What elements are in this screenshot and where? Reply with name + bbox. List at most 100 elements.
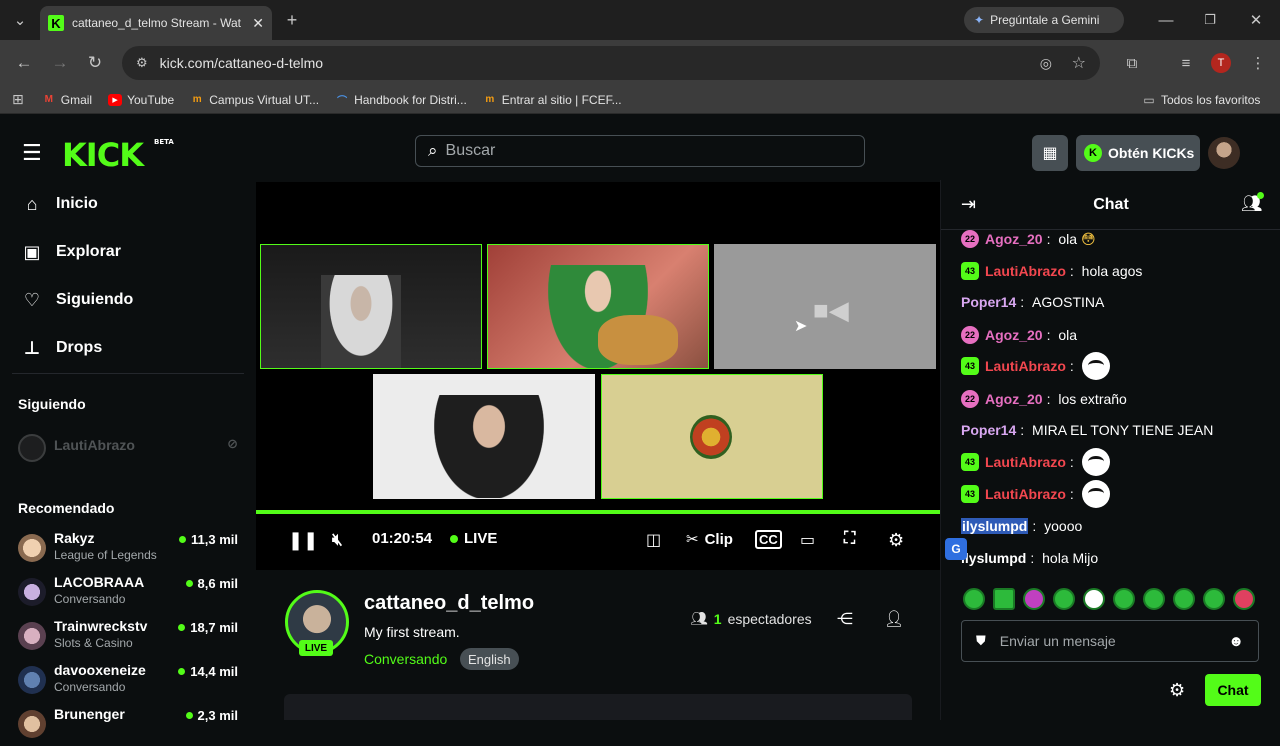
bookmark-fcef[interactable]: m Entrar al sitio | FCEF... <box>483 93 621 107</box>
sidebar-divider <box>12 373 244 374</box>
kick-logo[interactable]: KICK BETA <box>62 136 174 174</box>
live-dot-icon <box>185 580 193 587</box>
emote-icon[interactable] <box>1113 588 1135 610</box>
mascot-avatar <box>690 415 732 459</box>
search-input[interactable]: ⌕ Buscar <box>415 135 865 167</box>
emote-icon[interactable] <box>1143 588 1165 610</box>
minimize-icon[interactable]: — <box>1156 10 1176 30</box>
emote-icon[interactable] <box>1203 588 1225 610</box>
stream-category[interactable]: Conversando <box>364 651 447 667</box>
emote-icon[interactable] <box>1083 588 1105 610</box>
reload-icon[interactable]: ↻ <box>85 53 105 73</box>
avatar <box>18 710 46 738</box>
share-button[interactable]: ⋲ <box>837 609 853 629</box>
nav-drops[interactable]: ⊥ Drops <box>22 338 102 358</box>
emote-icon[interactable] <box>1233 588 1255 610</box>
emote-icon <box>1081 352 1110 380</box>
browser-tab[interactable]: K cattaneo_d_telmo Stream - Wat ✕ <box>40 6 272 40</box>
clip-icon: ✂ <box>686 531 699 548</box>
media-controls-icon[interactable]: ≡ <box>1176 53 1196 73</box>
site-info-icon[interactable]: ⚙ <box>136 55 148 71</box>
emote-icon[interactable] <box>1053 588 1075 610</box>
tab-close-icon[interactable]: ✕ <box>252 15 264 32</box>
moodle-icon: m <box>192 94 202 105</box>
drops-icon: ⊥ <box>23 337 41 358</box>
pause-icon: ❚❚ <box>288 530 319 550</box>
new-tab-icon[interactable]: + <box>282 10 302 30</box>
profile-avatar[interactable]: T <box>1211 53 1231 73</box>
miniplayer-button[interactable]: ◫ <box>646 530 661 550</box>
nav-explore[interactable]: ▣ Explorar <box>22 242 120 262</box>
address-toolbar: ← → ↻ ⚙ kick.com/cattaneo-d-telmo ◎ ☆ ⧉ … <box>0 40 1280 86</box>
recommended-item[interactable]: Brunenger 2,3 mil <box>18 706 240 746</box>
bookmark-campus[interactable]: m Campus Virtual UT... <box>190 93 319 107</box>
all-bookmarks[interactable]: ▭ Todos los favoritos <box>1142 93 1260 107</box>
chat-message: 43 LautiAbrazo: <box>961 448 1110 476</box>
emoji-picker-icon[interactable]: ☻ <box>1228 633 1244 650</box>
language-tag[interactable]: English <box>460 648 519 670</box>
get-kicks-button[interactable]: K Obtén KICKs <box>1076 135 1200 171</box>
avatar <box>18 622 46 650</box>
content-panel <box>284 694 912 720</box>
emote-bar <box>963 588 1255 610</box>
bookmark-youtube[interactable]: ▶ YouTube <box>108 93 174 107</box>
close-window-icon[interactable]: ✕ <box>1246 10 1266 30</box>
tab-title: cattaneo_d_telmo Stream - Wat <box>72 16 241 30</box>
settings-button[interactable]: ⚙ <box>888 530 904 551</box>
recommended-heading: Recomendado <box>18 500 115 516</box>
url-bar[interactable]: ⚙ kick.com/cattaneo-d-telmo ◎ ☆ <box>122 46 1100 80</box>
channel-name[interactable]: cattaneo_d_telmo <box>364 592 534 615</box>
live-dot-icon <box>185 712 193 719</box>
tab-search-icon[interactable]: ⌄ <box>10 10 30 30</box>
chat-message-input[interactable]: ⛊ Enviar un mensaje ☻ <box>961 620 1259 662</box>
translate-icon[interactable]: G <box>945 538 967 560</box>
theater-mode-button[interactable]: ▭ <box>800 530 815 550</box>
emote-icon[interactable] <box>1173 588 1195 610</box>
recommended-item[interactable]: LACOBRAAA Conversando 8,6 mil <box>18 574 240 614</box>
layout-toggle-button[interactable]: ▦ <box>1032 135 1068 171</box>
recommended-item[interactable]: Rakyz League of Legends 11,3 mil <box>18 530 240 570</box>
gear-icon: ⚙ <box>888 530 905 550</box>
fullscreen-button[interactable]: ⛶ <box>844 530 855 548</box>
video-tile <box>260 244 482 369</box>
recommended-item[interactable]: Trainwreckstv Slots & Casino 18,7 mil <box>18 618 240 658</box>
extensions-icon[interactable]: ⧉ <box>1122 53 1142 73</box>
chat-header: ⇥ Chat 👥︎ <box>941 180 1280 230</box>
emote-icon <box>1081 448 1110 476</box>
chat-panel: ⇥ Chat 👥︎ 22 Agoz_20: ola 😳︎ 43 LautiAbrazo… <box>940 180 1280 720</box>
eye-off-icon[interactable]: ◎ <box>1040 55 1052 72</box>
browser-menu-icon[interactable]: ⋮ <box>1248 53 1268 73</box>
live-dot-icon <box>450 534 458 543</box>
gemini-sparkle-icon: ✦ <box>974 13 985 27</box>
video-player[interactable]: ■◀ ➤ <box>256 182 940 512</box>
emote-icon[interactable] <box>1023 588 1045 610</box>
hamburger-menu-icon[interactable]: ☰ <box>22 140 42 166</box>
gear-icon: ⚙ <box>1169 680 1186 700</box>
bookmark-gmail[interactable]: M Gmail <box>42 93 93 107</box>
chat-send-button[interactable]: Chat <box>1205 674 1261 706</box>
following-item[interactable]: LautiAbrazo ⊘ <box>18 430 240 470</box>
mute-button[interactable]: 🔇︎ <box>332 530 343 550</box>
layout-icon: ▦ <box>1042 145 1058 162</box>
captions-button[interactable]: CC <box>755 530 782 549</box>
clip-button[interactable]: ✂ Clip <box>686 530 733 549</box>
gemini-button[interactable]: ✦ Pregúntale a Gemini <box>964 7 1124 33</box>
browser-tabbar: ⌄ K cattaneo_d_telmo Stream - Wat ✕ + ✦ … <box>0 0 1280 40</box>
apps-grid-icon[interactable]: ⊞ <box>12 91 24 108</box>
chat-message: 22 Agoz_20: ola 😳︎ <box>961 230 1096 248</box>
bookmark-handbook[interactable]: ⌒ Handbook for Distri... <box>335 93 467 108</box>
stream-title: My first stream. <box>364 624 460 640</box>
recommended-item[interactable]: davooxeneize Conversando 14,4 mil <box>18 662 240 702</box>
nav-home[interactable]: ⌂ Inicio <box>22 194 98 214</box>
pause-button[interactable]: ❚❚ <box>288 530 318 551</box>
forward-icon[interactable]: → <box>50 53 70 73</box>
back-icon[interactable]: ← <box>14 53 34 73</box>
chat-settings-button[interactable]: ⚙ <box>1169 680 1185 701</box>
follow-button[interactable]: 👤︎ <box>884 609 904 629</box>
user-avatar[interactable] <box>1208 137 1240 169</box>
emote-icon[interactable] <box>993 588 1015 610</box>
emote-icon[interactable] <box>963 588 985 610</box>
nav-following[interactable]: ♡ Siguiendo <box>22 290 133 310</box>
restore-icon[interactable]: ❐ <box>1200 10 1220 30</box>
bookmark-star-icon[interactable]: ☆ <box>1072 53 1086 73</box>
